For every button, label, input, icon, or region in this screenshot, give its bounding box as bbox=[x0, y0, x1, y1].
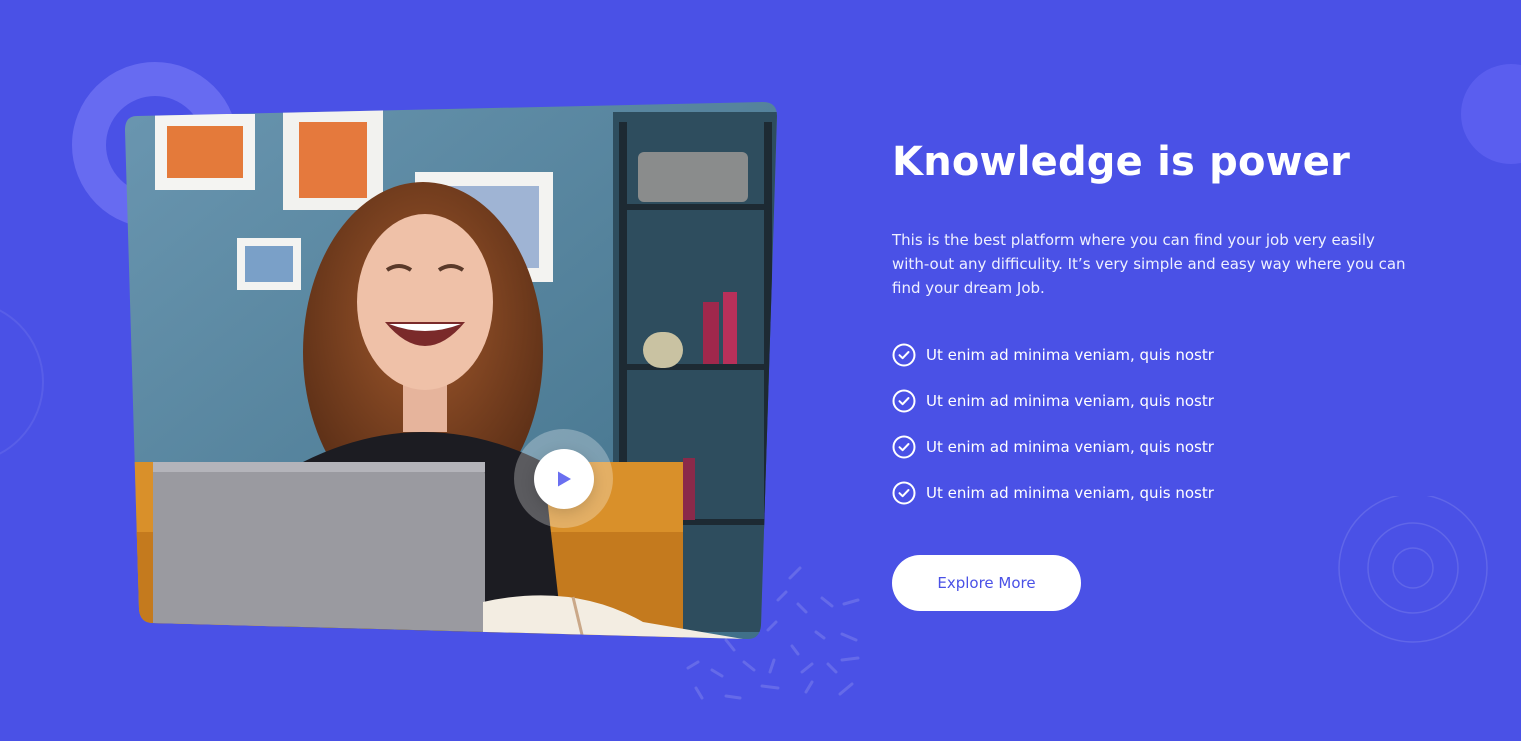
check-circle-icon bbox=[892, 481, 916, 505]
checklist-item-label: Ut enim ad minima veniam, quis nostr bbox=[926, 438, 1214, 456]
checklist-item: Ut enim ad minima veniam, quis nostr bbox=[892, 342, 1432, 368]
checklist-item-label: Ut enim ad minima veniam, quis nostr bbox=[926, 346, 1214, 364]
blob-decoration bbox=[1461, 64, 1521, 164]
checklist-item-label: Ut enim ad minima veniam, quis nostr bbox=[926, 392, 1214, 410]
content-column: Knowledge is power This is the best plat… bbox=[892, 140, 1432, 526]
check-circle-icon bbox=[892, 343, 916, 367]
knowledge-section: Knowledge is power This is the best plat… bbox=[0, 0, 1521, 741]
feature-checklist: Ut enim ad minima veniam, quis nostr Ut … bbox=[892, 342, 1432, 506]
check-circle-icon bbox=[892, 389, 916, 413]
checklist-item: Ut enim ad minima veniam, quis nostr bbox=[892, 434, 1432, 460]
checklist-item: Ut enim ad minima veniam, quis nostr bbox=[892, 480, 1432, 506]
checklist-item-label: Ut enim ad minima veniam, quis nostr bbox=[926, 484, 1214, 502]
video-thumbnail[interactable] bbox=[123, 102, 778, 639]
section-title: Knowledge is power bbox=[892, 139, 1351, 185]
explore-more-button[interactable]: Explore More bbox=[892, 555, 1081, 611]
section-description: This is the best platform where you can … bbox=[892, 231, 1406, 297]
photo-illustration bbox=[125, 102, 777, 639]
circle-decoration bbox=[0, 300, 44, 464]
check-circle-icon bbox=[892, 435, 916, 459]
play-button[interactable] bbox=[514, 429, 613, 528]
checklist-item: Ut enim ad minima veniam, quis nostr bbox=[892, 388, 1432, 414]
play-icon bbox=[557, 471, 571, 486]
play-button-inner[interactable] bbox=[533, 448, 594, 509]
